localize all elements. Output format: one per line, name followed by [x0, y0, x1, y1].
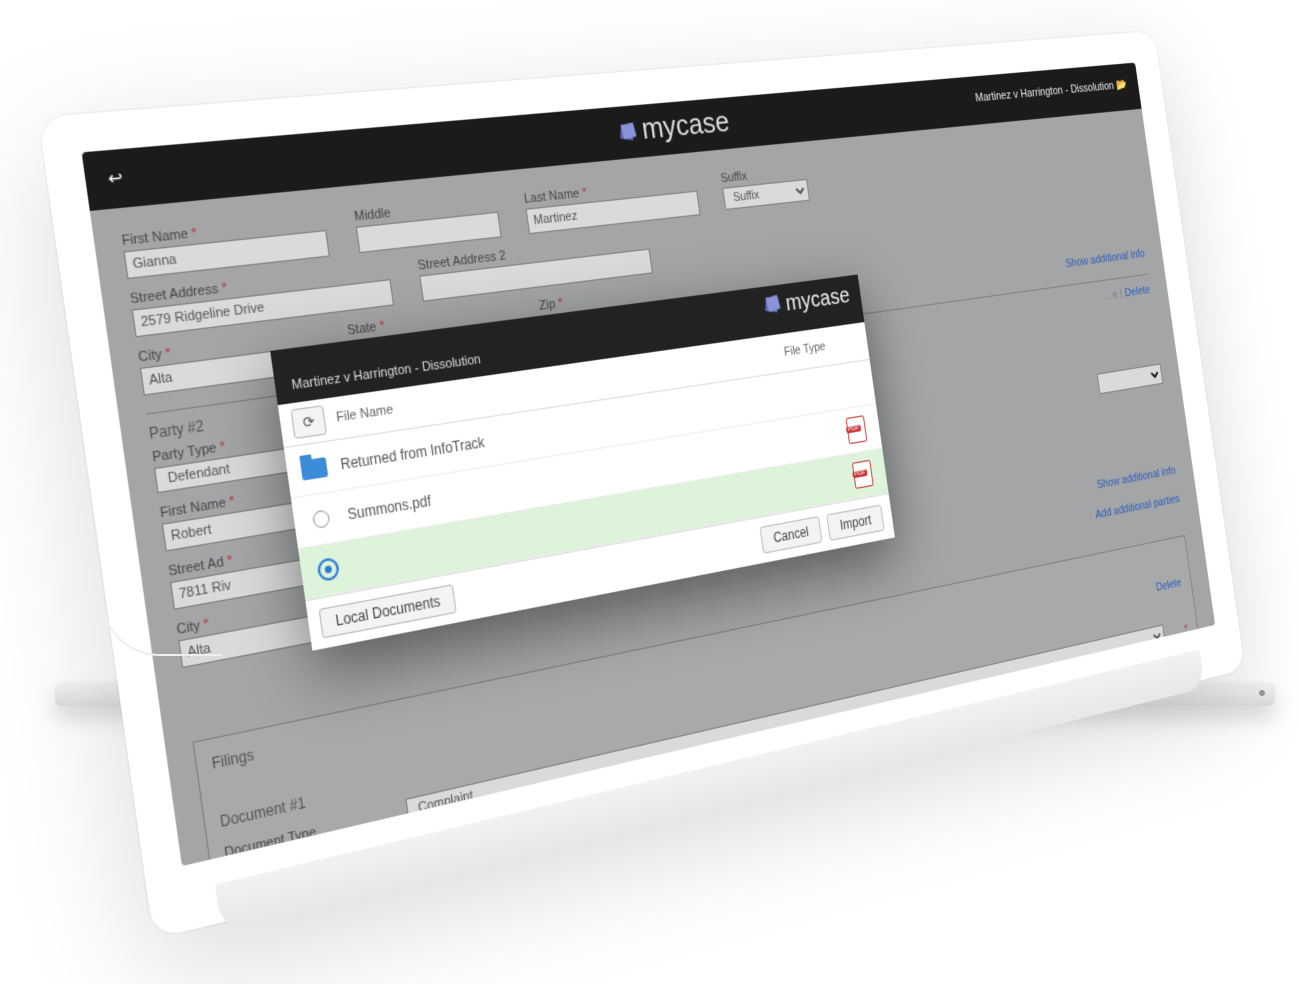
case-title: Martinez v Harrington - Dissolution 📂 — [974, 78, 1128, 105]
monitor: ↩ mycase Martinez v Harrington - Dissolu… — [30, 0, 1230, 690]
pdf-icon — [852, 460, 874, 489]
refresh-button[interactable]: ⟳ — [290, 405, 327, 439]
radio-selected-icon[interactable] — [316, 557, 340, 583]
folder-open-icon: 📂 — [1115, 79, 1128, 92]
col-file-type: File Type — [783, 334, 868, 359]
cancel-button[interactable]: Cancel — [759, 516, 822, 554]
back-icon[interactable]: ↩ — [107, 167, 125, 190]
folder-icon — [300, 457, 328, 481]
brand-logo: mycase — [615, 104, 731, 149]
app-screen: ↩ mycase Martinez v Harrington - Dissolu… — [82, 63, 1216, 867]
import-button[interactable]: Import — [826, 504, 884, 541]
pdf-icon — [846, 415, 868, 444]
modal-brand: mycase — [762, 283, 852, 320]
radio-unselected-icon[interactable] — [312, 509, 331, 529]
